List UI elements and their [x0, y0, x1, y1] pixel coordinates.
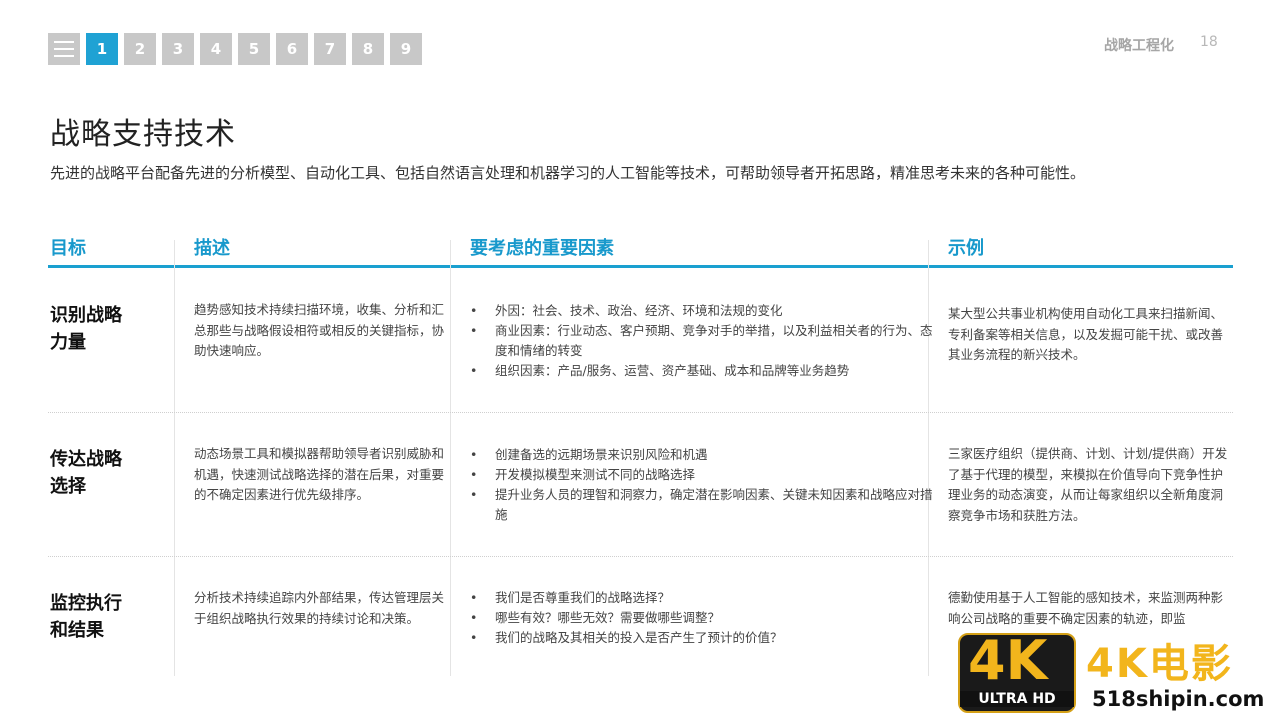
row-factors: 我们是否尊重我们的战略选择？ 哪些有效？哪些无效？需要做哪些调整？ 我们的战略及… — [470, 588, 940, 648]
nav-page-1[interactable]: 1 — [86, 33, 118, 65]
list-item: 商业因素：行业动态、客户预期、竞争对手的举措，以及利益相关者的行为、态度和情绪的… — [470, 321, 940, 361]
list-item: 我们的战略及其相关的投入是否产生了预计的价值？ — [470, 628, 940, 648]
nav-page-6[interactable]: 6 — [276, 33, 308, 65]
page-title: 战略支持技术 — [50, 117, 236, 152]
watermark-badge-small: ULTRA HD — [960, 691, 1074, 707]
list-item: 开发模拟模型来测试不同的战略选择 — [470, 465, 940, 485]
row-divider — [48, 556, 1233, 557]
row-goal: 识别战略 力量 — [50, 305, 122, 353]
watermark: 4K ULTRA HD 4K电影 518shipin.com — [958, 629, 1278, 717]
list-item: 创建备选的远期场景来识别风险和机遇 — [470, 445, 940, 465]
row-goal: 传达战略 选择 — [50, 449, 122, 497]
column-divider — [450, 240, 451, 676]
list-item: 提升业务人员的理智和洞察力，确定潜在影响因素、关键未知因素和战略应对措施 — [470, 485, 940, 525]
row-factors: 创建备选的远期场景来识别风险和机遇 开发模拟模型来测试不同的战略选择 提升业务人… — [470, 445, 940, 525]
watermark-site: 518shipin.com — [1092, 687, 1265, 711]
row-goal: 监控执行 和结果 — [50, 593, 122, 641]
watermark-text: 4K电影 — [1086, 641, 1233, 687]
list-item: 外因：社会、技术、政治、经济、环境和法规的变化 — [470, 301, 940, 321]
list-item: 我们是否尊重我们的战略选择？ — [470, 588, 940, 608]
section-name: 战略工程化 — [1104, 38, 1174, 54]
menu-icon[interactable] — [48, 33, 80, 65]
nav-page-4[interactable]: 4 — [200, 33, 232, 65]
row-example: 三家医疗组织（提供商、计划、计划/提供商）开发了基于代理的模型，来模拟在价值导向… — [948, 446, 1228, 523]
row-divider — [48, 412, 1233, 413]
column-header-goal: 目标 — [50, 238, 86, 259]
row-example: 某大型公共事业机构使用自动化工具来扫描新闻、专利备案等相关信息，以及发掘可能干扰… — [948, 306, 1224, 362]
nav-page-9[interactable]: 9 — [390, 33, 422, 65]
watermark-badge-big: 4K — [968, 629, 1048, 692]
row-description: 趋势感知技术持续扫描环境，收集、分析和汇总那些与战略假设相符或相反的关键指标，协… — [194, 302, 445, 358]
watermark-logo: 4K ULTRA HD — [958, 629, 1076, 713]
page-navigation: 1 2 3 4 5 6 7 8 9 — [48, 33, 422, 65]
column-header-example: 示例 — [948, 238, 984, 259]
row-description: 动态场景工具和模拟器帮助领导者识别威胁和机遇，快速测试战略选择的潜在后果，对重要… — [194, 446, 445, 502]
row-description: 分析技术持续追踪内外部结果，传达管理层关于组织战略执行效果的持续讨论和决策。 — [194, 590, 445, 626]
nav-page-8[interactable]: 8 — [352, 33, 384, 65]
nav-page-5[interactable]: 5 — [238, 33, 270, 65]
nav-page-3[interactable]: 3 — [162, 33, 194, 65]
page-number: 18 — [1200, 34, 1218, 50]
list-item: 组织因素：产品/服务、运营、资产基础、成本和品牌等业务趋势 — [470, 361, 940, 381]
page-subtitle: 先进的战略平台配备先进的分析模型、自动化工具、包括自然语言处理和机器学习的人工智… — [50, 164, 1086, 182]
row-factors: 外因：社会、技术、政治、经济、环境和法规的变化 商业因素：行业动态、客户预期、竞… — [470, 301, 940, 381]
table-header: 目标 描述 要考虑的重要因素 示例 — [48, 226, 1233, 268]
strategy-table: 目标 描述 要考虑的重要因素 示例 识别战略 力量 趋势感知技术持续扫描环境，收… — [48, 226, 1233, 676]
nav-page-2[interactable]: 2 — [124, 33, 156, 65]
column-header-factors: 要考虑的重要因素 — [470, 238, 614, 259]
row-example: 德勤使用基于人工智能的感知技术，来监测两种影响公司战略的重要不确定因素的轨迹，即… — [948, 590, 1224, 626]
column-header-description: 描述 — [194, 238, 230, 259]
list-item: 哪些有效？哪些无效？需要做哪些调整？ — [470, 608, 940, 628]
nav-page-7[interactable]: 7 — [314, 33, 346, 65]
